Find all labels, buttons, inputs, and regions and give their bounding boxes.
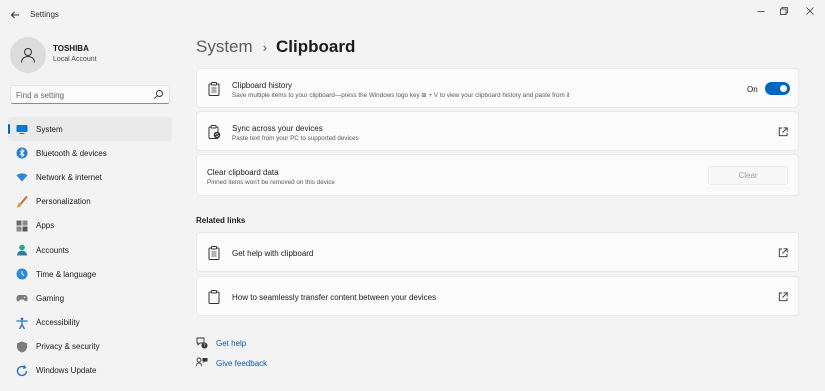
sync-devices-card[interactable]: Sync across your devices Paste text from… — [196, 111, 799, 151]
sidebar-item-gaming[interactable]: Gaming — [8, 286, 172, 310]
arrow-left-icon — [10, 11, 19, 19]
sidebar-item-accounts[interactable]: Accounts — [8, 238, 172, 262]
brush-icon — [16, 195, 28, 208]
sidebar-item-system[interactable]: System — [8, 117, 172, 142]
clipboard-sync-icon — [207, 125, 221, 139]
give-feedback-label: Give feedback — [216, 358, 268, 368]
account-type: Local Account — [53, 56, 97, 63]
breadcrumb-separator: › — [262, 39, 268, 55]
sync-description: Paste text from your PC to supported dev… — [232, 135, 359, 142]
sidebar-item-windows-update[interactable]: Windows Update — [8, 359, 172, 383]
related-link-label: Get help with clipboard — [232, 249, 314, 258]
search-input[interactable] — [16, 88, 151, 102]
sidebar-item-accessibility[interactable]: Accessibility — [8, 311, 172, 335]
open-external-icon — [778, 127, 788, 137]
clear-data-description: Pinned items won't be removed on this de… — [207, 179, 335, 186]
give-feedback-link[interactable]: Give feedback — [196, 356, 267, 370]
sidebar-item-label: Accessibility — [36, 318, 80, 328]
wifi-icon — [16, 171, 28, 183]
sidebar-item-time-language[interactable]: Time & language — [8, 262, 172, 286]
back-button[interactable] — [6, 6, 24, 24]
clear-data-card: Clear clipboard data Pinned items won't … — [196, 154, 799, 196]
sidebar-item-label: Apps — [36, 221, 55, 231]
help-chat-icon: ? — [196, 337, 208, 349]
globe-clock-icon — [16, 268, 28, 280]
sidebar-item-bluetooth[interactable]: Bluetooth & devices — [8, 141, 172, 165]
sidebar-item-label: Network & internet — [36, 172, 102, 182]
app-title: Settings — [30, 10, 59, 19]
breadcrumb: System › Clipboard — [196, 35, 355, 59]
page-title: Clipboard — [276, 37, 356, 56]
person-icon — [16, 244, 28, 256]
sidebar-item-network[interactable]: Network & internet — [8, 165, 172, 189]
open-external-icon — [778, 292, 788, 302]
toggle-state-label: On — [747, 85, 758, 94]
sidebar-item-label: Accounts — [36, 245, 69, 255]
sidebar-item-label: Windows Update — [36, 366, 97, 376]
clipboard-icon — [207, 82, 221, 96]
person-icon — [21, 48, 35, 63]
clipboard-history-toggle[interactable] — [765, 82, 790, 95]
sidebar-item-personalization[interactable]: Personalization — [8, 190, 172, 214]
related-links-heading: Related links — [196, 216, 246, 225]
user-name: TOSHIBA — [53, 44, 89, 53]
clipboard-outline-icon — [207, 290, 221, 304]
open-external-icon — [778, 248, 788, 258]
feedback-icon — [196, 357, 208, 369]
sidebar-item-privacy-security[interactable]: Privacy & security — [8, 335, 172, 359]
clear-data-title: Clear clipboard data — [207, 168, 279, 177]
maximize-button[interactable] — [773, 4, 795, 18]
related-link-help-clipboard[interactable]: Get help with clipboard — [196, 232, 799, 272]
sidebar-item-label: Privacy & security — [36, 342, 100, 352]
sidebar-item-label: System — [36, 124, 63, 134]
gamepad-icon — [16, 292, 28, 304]
get-help-label: Get help — [216, 338, 247, 348]
title-bar: Settings — [0, 0, 825, 30]
accessibility-icon — [16, 317, 28, 329]
clear-button[interactable]: Clear — [708, 166, 788, 185]
close-icon — [806, 7, 814, 15]
update-icon — [16, 365, 28, 377]
user-profile[interactable]: TOSHIBA Local Account — [10, 37, 180, 77]
search-icon[interactable] — [153, 89, 164, 100]
close-button[interactable] — [799, 4, 821, 18]
related-link-label: How to seamlessly transfer content betwe… — [232, 293, 437, 302]
clipboard-icon — [207, 246, 221, 260]
sidebar-item-label: Gaming — [36, 293, 65, 303]
sidebar-item-label: Personalization — [36, 197, 91, 207]
sidebar-nav: System Bluetooth & devices Network & int… — [8, 117, 172, 383]
avatar — [10, 37, 46, 73]
clipboard-history-title: Clipboard history — [232, 81, 293, 90]
related-link-transfer-content[interactable]: How to seamlessly transfer content betwe… — [196, 276, 799, 316]
search-box[interactable] — [10, 85, 170, 104]
clipboard-history-description: Save multiple items to your clipboard—pr… — [232, 92, 570, 99]
restore-icon — [780, 7, 788, 15]
get-help-link[interactable]: ? Get help — [196, 336, 246, 350]
minimize-icon — [757, 11, 765, 12]
apps-icon — [16, 220, 28, 232]
monitor-icon — [16, 123, 28, 135]
bluetooth-icon — [16, 147, 28, 159]
sidebar-item-apps[interactable]: Apps — [8, 214, 172, 238]
sync-title: Sync across your devices — [232, 124, 323, 133]
breadcrumb-parent[interactable]: System — [196, 37, 253, 57]
minimize-button[interactable] — [750, 4, 772, 18]
sidebar-item-label: Time & language — [36, 269, 97, 279]
clipboard-history-card: Clipboard history Save multiple items to… — [196, 68, 799, 108]
shield-icon — [16, 341, 28, 353]
sidebar-item-label: Bluetooth & devices — [36, 148, 107, 158]
